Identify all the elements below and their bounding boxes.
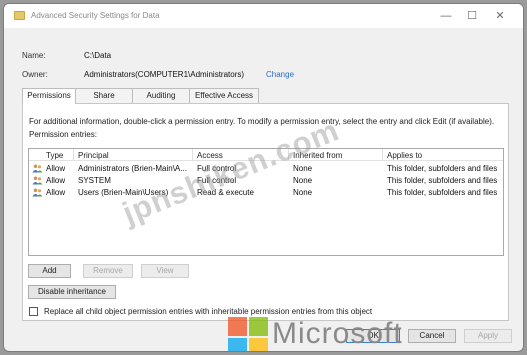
- column-applies-to[interactable]: Applies to: [387, 151, 422, 160]
- tab-effective-access[interactable]: Effective Access: [189, 88, 259, 103]
- column-principal[interactable]: Principal: [78, 151, 109, 160]
- entry-inherited-from: None: [293, 164, 313, 173]
- column-divider[interactable]: [73, 149, 74, 161]
- entry-applies-to: This folder, subfolders and files: [387, 188, 498, 197]
- add-button[interactable]: Add: [28, 264, 71, 278]
- tab-permissions[interactable]: Permissions: [22, 88, 76, 104]
- name-label: Name:: [22, 51, 46, 60]
- users-icon: [32, 176, 43, 185]
- microsoft-logo-icon: [228, 317, 268, 351]
- maximize-button[interactable]: ☐: [462, 8, 482, 24]
- cancel-button[interactable]: Cancel: [408, 329, 456, 343]
- entry-type: Allow: [46, 164, 66, 173]
- column-divider[interactable]: [192, 149, 193, 161]
- replace-child-permissions-label: Replace all child object permission entr…: [44, 307, 373, 316]
- tab-share[interactable]: Share: [75, 88, 133, 103]
- users-icon: [32, 188, 43, 197]
- tab-auditing[interactable]: Auditing: [132, 88, 190, 103]
- title-bar: Advanced Security Settings for Data — ☐ …: [4, 4, 523, 28]
- table-row[interactable]: Allow Users (Brien-Main\Users) Read & ex…: [29, 187, 503, 199]
- minimize-button[interactable]: —: [436, 8, 456, 24]
- disable-inheritance-button[interactable]: Disable inheritance: [28, 285, 116, 299]
- info-text: For additional information, double-click…: [29, 117, 495, 126]
- close-button[interactable]: ✕: [490, 8, 510, 24]
- permissions-panel: For additional information, double-click…: [22, 103, 509, 321]
- permission-entries-label: Permission entries:: [29, 130, 98, 139]
- change-owner-link[interactable]: Change: [266, 70, 294, 79]
- column-type[interactable]: Type: [46, 151, 63, 160]
- entry-applies-to: This folder, subfolders and files: [387, 176, 498, 185]
- users-icon: [32, 164, 43, 173]
- security-dialog: Advanced Security Settings for Data — ☐ …: [3, 3, 524, 352]
- microsoft-brand-text: Microsoft: [272, 317, 403, 350]
- name-value: C:\Data: [84, 51, 112, 60]
- folder-icon: [14, 11, 25, 20]
- window-title: Advanced Security Settings for Data: [31, 11, 160, 20]
- entry-principal: Administrators (Brien-Main\A...: [78, 164, 187, 173]
- entry-type: Allow: [46, 188, 66, 197]
- owner-value: Administrators(COMPUTER1\Administrators): [84, 70, 245, 79]
- remove-button[interactable]: Remove: [83, 264, 133, 278]
- entry-applies-to: This folder, subfolders and files: [387, 164, 498, 173]
- entry-type: Allow: [46, 176, 66, 185]
- entry-inherited-from: None: [293, 188, 313, 197]
- apply-button[interactable]: Apply: [464, 329, 512, 343]
- owner-label: Owner:: [22, 70, 48, 79]
- column-divider[interactable]: [382, 149, 383, 161]
- replace-child-permissions-checkbox[interactable]: [29, 307, 38, 316]
- view-button[interactable]: View: [141, 264, 189, 278]
- entry-inherited-from: None: [293, 176, 313, 185]
- entry-principal: SYSTEM: [78, 176, 111, 185]
